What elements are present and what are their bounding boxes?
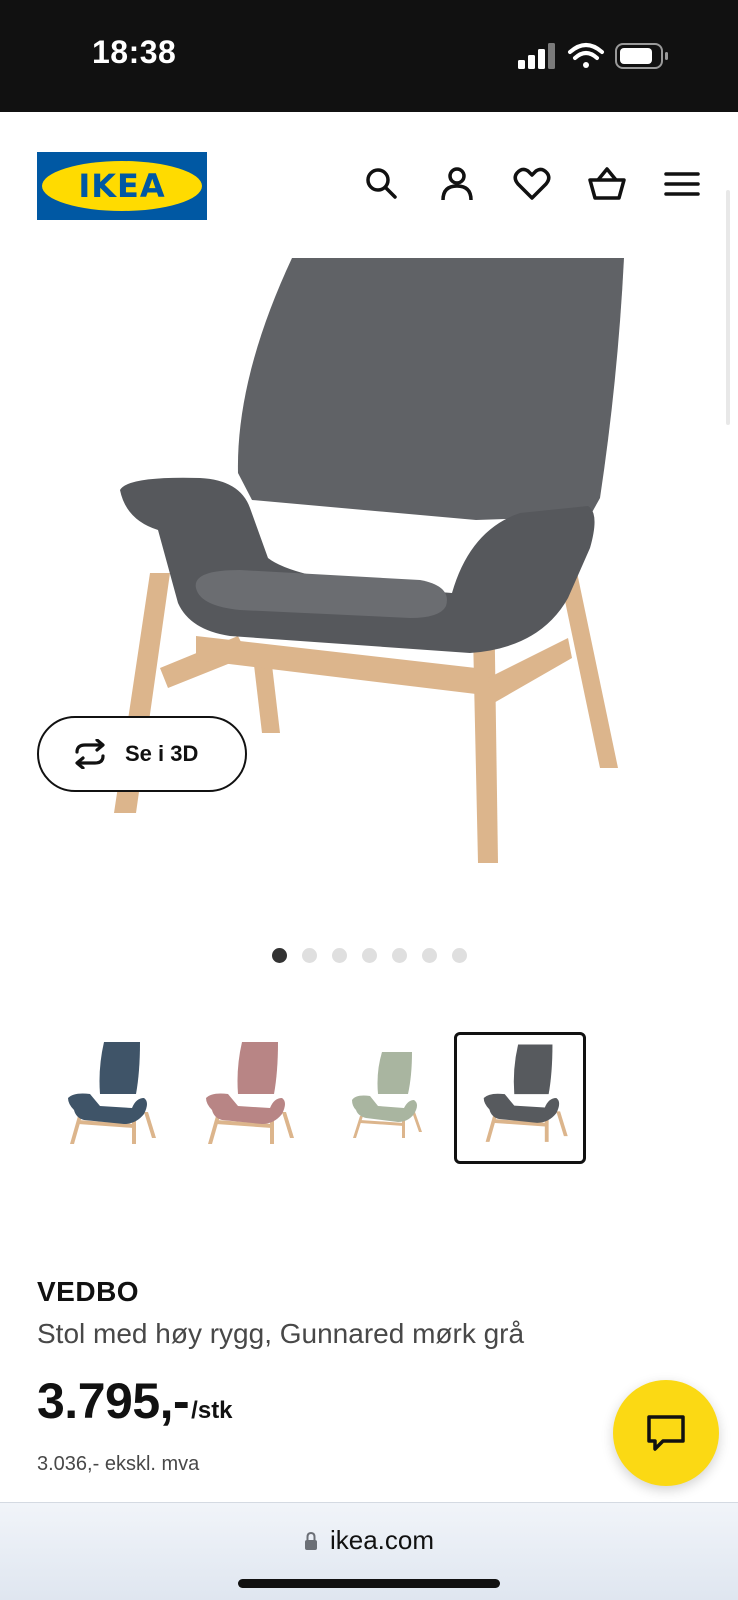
price-unit: /stk [191, 1397, 233, 1424]
home-indicator[interactable] [238, 1579, 500, 1588]
logo-oval: IKEA [42, 161, 202, 211]
carousel-dot[interactable] [332, 948, 347, 963]
color-variant-thumbnails [0, 1032, 738, 1164]
logo-text: IKEA [78, 167, 166, 205]
carousel-dot[interactable] [392, 948, 407, 963]
thumbnail-dark-blue[interactable] [40, 1032, 172, 1164]
price-amount: 3.795,- [37, 1373, 190, 1429]
view-3d-label: Se i 3D [125, 741, 199, 766]
site-header: IKEA [0, 112, 738, 258]
product-image-chair[interactable] [0, 258, 738, 908]
menu-hamburger-icon[interactable] [662, 164, 702, 204]
thumbnail-light-green[interactable] [316, 1032, 448, 1164]
carousel-dot[interactable] [422, 948, 437, 963]
thumbnail-chair-image [206, 1042, 294, 1144]
thumbnail-chair-image [352, 1052, 422, 1138]
chat-bubble-icon [647, 1415, 685, 1451]
carousel-dot[interactable] [272, 948, 287, 963]
chair-upholstery [120, 258, 624, 653]
favorites-heart-icon[interactable] [512, 164, 552, 204]
carousel-dot[interactable] [452, 948, 467, 963]
status-bar: 18:38 [0, 0, 738, 112]
url-text: ikea.com [329, 1525, 435, 1555]
carousel-dot[interactable] [302, 948, 317, 963]
search-icon[interactable] [362, 164, 402, 204]
lock-icon [304, 1531, 317, 1550]
view-3d-button[interactable]: Se i 3D [37, 716, 247, 792]
carousel-dots [0, 948, 738, 964]
thumbnail-pink[interactable] [178, 1032, 310, 1164]
price-excl-vat: 3.036,- ekskl. mva [37, 1453, 200, 1475]
browser-url-bar[interactable]: ikea.com [0, 1502, 738, 1600]
shopping-basket-icon[interactable] [587, 164, 627, 204]
signal-icon [518, 43, 555, 69]
thumbnail-chair-image [483, 1044, 568, 1142]
account-icon[interactable] [437, 164, 477, 204]
status-time: 18:38 [92, 34, 177, 70]
battery-icon [615, 43, 668, 69]
wifi-icon [568, 43, 604, 68]
product-description: Stol med høy rygg, Gunnared mørk grå [37, 1318, 525, 1349]
status-icons [518, 43, 668, 69]
chair-backrest [237, 258, 624, 520]
carousel-dot[interactable] [362, 948, 377, 963]
chat-button[interactable] [613, 1380, 719, 1486]
ikea-logo[interactable]: IKEA [37, 152, 207, 220]
url-display[interactable]: ikea.com [0, 1525, 738, 1556]
product-price: 3.795,- /stk [37, 1372, 233, 1430]
product-name: VEDBO [37, 1276, 140, 1307]
rotate-3d-icon [75, 739, 105, 769]
thumbnail-dark-grey[interactable] [454, 1032, 586, 1164]
thumbnail-chair-image [68, 1042, 156, 1144]
